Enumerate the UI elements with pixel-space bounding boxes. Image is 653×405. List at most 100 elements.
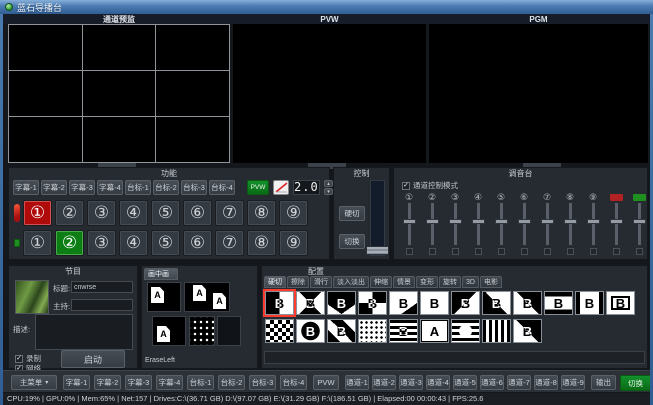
fader-track[interactable] [408,203,411,245]
transition-wipe-diag-tr[interactable]: B [513,291,542,315]
overlay-button[interactable]: 字幕-4 [97,180,123,195]
pvw-channel-button[interactable]: ⑧ [247,230,276,256]
pgm-fader[interactable] [605,192,627,255]
fader-mute-button[interactable] [613,248,620,255]
fader-track[interactable] [569,203,572,245]
cut-button[interactable]: 硬切 [339,206,365,221]
preview-cell[interactable] [83,25,156,70]
preview-cell[interactable] [156,25,229,70]
transition-wipe-stairs[interactable]: B [327,319,356,343]
fader-mute-button[interactable] [452,248,459,255]
fader-knob[interactable] [449,219,462,224]
fader-mute-button[interactable] [636,248,643,255]
fader-track[interactable] [546,203,549,245]
transition-wipe-diag-b[interactable]: B [513,319,542,343]
pip-tab[interactable]: 画中画 [144,268,178,280]
toolbar-channel-button[interactable]: 通道-9 [561,375,585,390]
fader-knob[interactable] [633,219,646,224]
fader-knob[interactable] [495,219,508,224]
fader-track[interactable] [523,203,526,245]
transition-wipe-band-h[interactable]: B [544,291,573,315]
transition-wipe-dissolve[interactable] [358,319,387,343]
spinner-down-icon[interactable]: ▾ [324,188,333,195]
toolbar-overlay-button[interactable]: 台标-4 [280,375,307,390]
overlay-button[interactable]: 台标-1 [125,180,151,195]
pvw-channel-button[interactable]: ⑦ [215,230,244,256]
fader-mute-button[interactable] [406,248,413,255]
toolbar-overlay-button[interactable]: 台标-2 [218,375,245,390]
transition-wipe-quad[interactable]: B [358,291,387,315]
fader-track[interactable] [500,203,503,245]
config-tab[interactable]: 淡入淡出 [333,276,369,288]
overlay-button[interactable]: 字幕-2 [41,180,67,195]
auto-switch-button[interactable]: 切换 [339,234,365,249]
spinner-up-icon[interactable]: ▴ [324,180,333,187]
toolbar-overlay-button[interactable]: 字幕-1 [63,375,90,390]
mixer-mode-checkbox[interactable]: ✓ [402,182,410,190]
toolbar-channel-button[interactable]: 通道-3 [399,375,423,390]
preview-cell[interactable] [9,117,82,162]
pvw-channel-button[interactable]: ④ [119,230,148,256]
transition-wipe-half[interactable]: B [265,291,294,315]
transition-wipe-box-a[interactable]: A [420,319,449,343]
pip-layout-thumb[interactable] [217,316,241,346]
toolbar-overlay-button[interactable]: 台标-3 [249,375,276,390]
main-menu-button[interactable]: 主菜单 ▾ [11,375,57,390]
config-tab[interactable]: 伸缩 [370,276,392,288]
toolbar-overlay-button[interactable]: 字幕-2 [94,375,121,390]
fader-knob[interactable] [472,219,485,224]
channel-fader[interactable]: ② [421,192,443,255]
config-tab[interactable]: 硬切 [264,276,286,288]
config-tab[interactable]: 变形 [416,276,438,288]
transition-wipe-checkerboard[interactable] [265,319,294,343]
fader-mute-button[interactable] [590,248,597,255]
config-tab[interactable]: 滑行 [310,276,332,288]
config-tab[interactable]: 旋转 [439,276,461,288]
pvw-channel-button[interactable]: ② [55,230,84,256]
toolbar-channel-button[interactable]: 通道-2 [372,375,396,390]
pvw-channel-button[interactable]: ⑨ [279,230,308,256]
toolbar-channel-button[interactable]: 通道-7 [507,375,531,390]
preview-cell[interactable] [9,25,82,70]
channel-fader[interactable]: ⑧ [559,192,581,255]
fader-knob[interactable] [541,219,554,224]
config-tab[interactable]: 情景 [393,276,415,288]
transition-wipe-band-v[interactable]: B [575,291,604,315]
channel-fader[interactable]: ① [398,192,420,255]
channel-fader[interactable]: ③ [444,192,466,255]
toolbar-channel-button[interactable]: 通道-4 [426,375,450,390]
pgm-channel-button[interactable]: ⑨ [279,200,308,226]
fader-knob[interactable] [403,219,416,224]
description-textarea[interactable] [35,314,133,350]
toolbar-overlay-button[interactable]: 字幕-4 [156,375,183,390]
host-input[interactable] [71,299,133,311]
fader-knob[interactable] [564,219,577,224]
preview-cell[interactable] [83,117,156,162]
fader-track[interactable] [454,203,457,245]
toolbar-pvw-button[interactable]: PVW [313,375,339,390]
toolbar-channel-button[interactable]: 通道-8 [534,375,558,390]
transition-wipe-stripes-circle[interactable] [451,319,480,343]
overlay-button[interactable]: 台标-3 [181,180,207,195]
preview-cell[interactable] [9,71,82,116]
fader-knob[interactable] [587,219,600,224]
titlebar[interactable]: 蓝石导播台 [0,0,653,14]
fader-mute-button[interactable] [544,248,551,255]
fader-knob[interactable] [426,219,439,224]
preview-cell[interactable] [156,71,229,116]
pgm-channel-button[interactable]: ④ [119,200,148,226]
title-input[interactable] [71,281,133,293]
pgm-channel-button[interactable]: ⑦ [215,200,244,226]
pvw-channel-button[interactable]: ① [23,230,52,256]
preview-cell[interactable] [83,71,156,116]
overlay-button[interactable]: 字幕-1 [13,180,39,195]
fader-knob[interactable] [518,219,531,224]
fader-track[interactable] [431,203,434,245]
transition-wipe-blinds[interactable]: B [389,319,418,343]
toolbar-channel-button[interactable]: 通道-6 [480,375,504,390]
pgm-channel-button[interactable]: ⑥ [183,200,212,226]
pgm-channel-button[interactable]: ⑤ [151,200,180,226]
pgm-channel-button[interactable]: ② [55,200,84,226]
pip-layout-thumb[interactable]: A [152,316,186,346]
transition-wipe-diag-tl[interactable]: B [451,291,480,315]
